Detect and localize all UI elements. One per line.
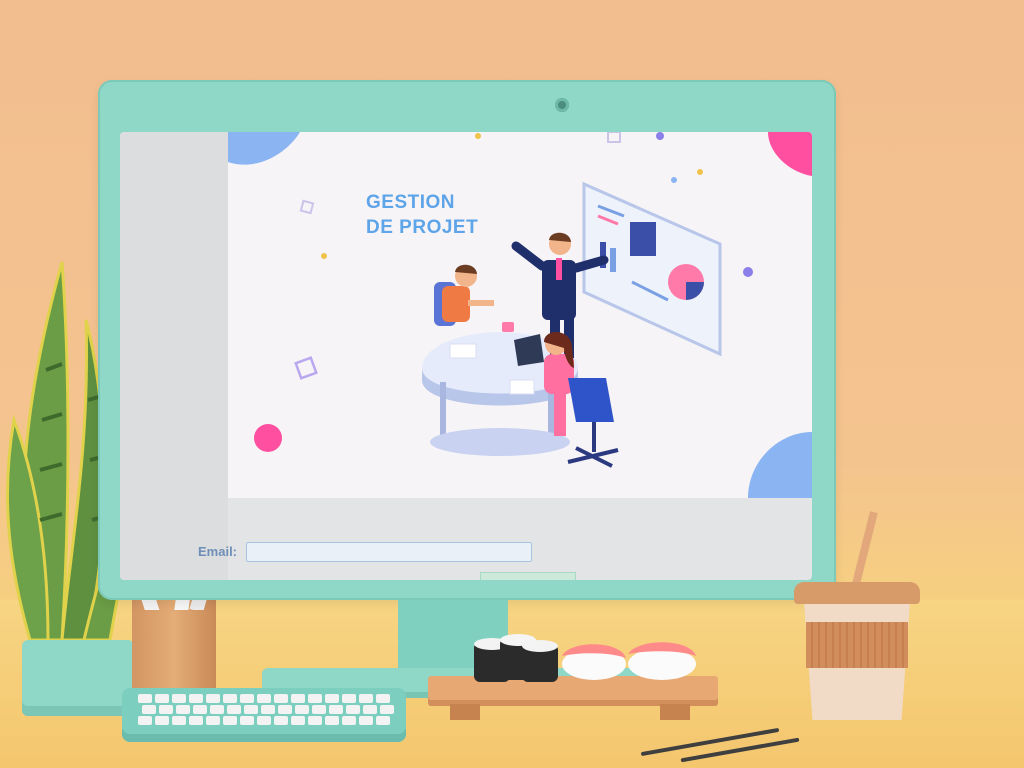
keyboard-key	[240, 716, 254, 725]
plant-pot	[22, 640, 134, 716]
keyboard-key	[240, 694, 254, 703]
project-management-illustration	[228, 132, 812, 498]
keyboard-key	[227, 705, 241, 714]
keyboard-key	[223, 694, 237, 703]
email-field[interactable]	[246, 542, 532, 562]
keyboard-key	[376, 694, 390, 703]
email-label: Email:	[198, 544, 238, 559]
coffee-lid	[794, 582, 920, 604]
keyboard-key	[210, 705, 224, 714]
keyboard-icon	[122, 688, 406, 742]
monitor: GESTION DE PROJET Email:	[98, 80, 836, 600]
banner-title-line-1: GESTION	[366, 192, 456, 213]
keyboard-key	[278, 705, 292, 714]
email-form-row: Email:	[120, 542, 812, 566]
pencil-cup	[132, 596, 216, 692]
keyboard-key	[155, 716, 169, 725]
keyboard-key	[261, 705, 275, 714]
keyboard-key	[359, 716, 373, 725]
keyboard-key	[342, 694, 356, 703]
sushi-icon	[474, 634, 696, 682]
banner-image: GESTION DE PROJET	[228, 132, 812, 498]
coffee-sleeve	[806, 622, 908, 668]
keyboard-key	[223, 716, 237, 725]
keyboard-key	[346, 705, 360, 714]
keyboard-key	[274, 716, 288, 725]
banner-title-line-2: DE PROJET	[366, 217, 479, 238]
keyboard-key	[257, 694, 271, 703]
keyboard-key	[308, 716, 322, 725]
keyboard-key	[291, 694, 305, 703]
submit-button[interactable]	[480, 572, 576, 580]
keyboard-key	[274, 694, 288, 703]
screen: GESTION DE PROJET Email:	[120, 132, 812, 580]
board-leg	[450, 704, 480, 720]
keyboard-key	[193, 705, 207, 714]
keyboard-key	[325, 716, 339, 725]
left-panel	[120, 132, 228, 580]
keyboard-key	[342, 716, 356, 725]
keyboard-key	[159, 705, 173, 714]
keyboard-key	[138, 694, 152, 703]
keyboard-key	[142, 705, 156, 714]
keyboard-key	[363, 705, 377, 714]
keyboard-key	[189, 716, 203, 725]
keyboard-key	[206, 716, 220, 725]
keyboard-key	[312, 705, 326, 714]
keyboard-key	[325, 694, 339, 703]
keyboard-key	[295, 705, 309, 714]
keyboard-key	[329, 705, 343, 714]
webcam-icon	[555, 98, 569, 112]
keyboard-key	[172, 716, 186, 725]
keyboard-key	[244, 705, 258, 714]
keyboard-key	[172, 694, 186, 703]
keyboard-key	[206, 694, 220, 703]
keyboard-key	[138, 716, 152, 725]
keyboard-key	[189, 694, 203, 703]
keyboard-key	[380, 705, 394, 714]
banner-title: GESTION DE PROJET	[366, 190, 526, 240]
keyboard-key	[176, 705, 190, 714]
keyboard-key	[359, 694, 373, 703]
coffee-straw	[852, 511, 878, 585]
keyboard-key	[291, 716, 305, 725]
keyboard-key	[155, 694, 169, 703]
keyboard-key	[376, 716, 390, 725]
keyboard-key	[308, 694, 322, 703]
board-leg	[660, 704, 690, 720]
keyboard-key	[257, 716, 271, 725]
